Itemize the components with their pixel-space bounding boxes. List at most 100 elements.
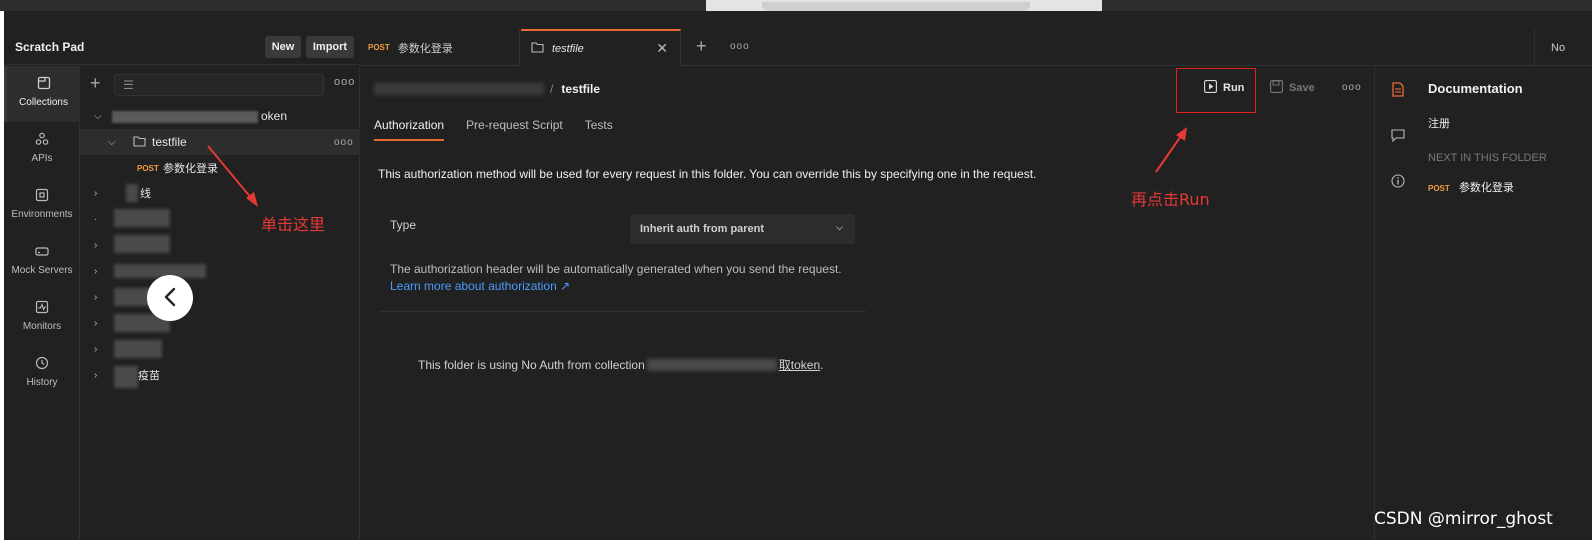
breadcrumb-separator: / <box>550 82 554 96</box>
more-icon[interactable]: ooo <box>334 137 354 148</box>
folder-editor: / testfile Run Save ooo Authorization Pr… <box>360 66 1375 540</box>
tree-item[interactable]: › 线 <box>80 180 360 206</box>
tab-folder[interactable]: testfile ✕ <box>521 29 681 66</box>
rail-item-history[interactable]: History <box>4 346 80 402</box>
annotation-click-run: 再点击Run <box>1131 190 1210 209</box>
settings-tabs: Authorization Pre-request Script Tests <box>374 118 635 141</box>
watermark: CSDN @mirror_ghost <box>1374 509 1553 529</box>
chevron-right-icon: › <box>94 343 98 355</box>
tree-item-label: 疫苗 <box>138 370 160 382</box>
method-badge: POST <box>1428 184 1450 193</box>
documentation-pane: Documentation 注册 NEXT IN THIS FOLDER POS… <box>1376 66 1592 540</box>
postman-app: Scratch Pad New Import Collections APIs … <box>4 11 1592 540</box>
tab-bar: POST 参数化登录 testfile ✕ + ooo No <box>360 29 1592 66</box>
more-icon[interactable]: ooo <box>334 76 355 88</box>
divider <box>380 311 866 312</box>
docs-title: Documentation <box>1428 81 1523 96</box>
rail-label: Environments <box>11 209 73 220</box>
close-icon[interactable]: ✕ <box>656 40 668 57</box>
annotation-click-here: 单击这里 <box>261 215 326 234</box>
more-icon[interactable]: ooo <box>730 41 750 52</box>
chevron-right-icon: › <box>94 317 98 329</box>
filter-input[interactable]: ☰ <box>114 74 324 96</box>
rail-label: Monitors <box>22 321 62 332</box>
rail-item-collections[interactable]: Collections <box>4 66 80 122</box>
type-label: Type <box>390 218 417 232</box>
chevron-right-icon: › <box>94 239 98 251</box>
auth-note: The authorization header will be automat… <box>390 262 842 276</box>
collection-link[interactable]: 取token <box>779 356 820 373</box>
collection-name: oken <box>261 109 288 123</box>
learn-more-link[interactable]: Learn more about authorization ↗ <box>390 279 570 293</box>
save-button[interactable]: Save <box>1270 80 1315 96</box>
collection-row[interactable]: ⌵ oken <box>80 103 360 129</box>
chevron-right-icon: › <box>94 265 98 277</box>
more-icon[interactable]: ooo <box>1342 82 1362 93</box>
method-badge: POST <box>137 163 159 173</box>
tree-item[interactable]: › 疫苗 <box>80 362 360 388</box>
redacted-text <box>374 83 544 95</box>
highlight-box <box>1176 68 1256 113</box>
import-button[interactable]: Import <box>306 36 354 58</box>
workspace-title[interactable]: Scratch Pad <box>15 40 84 54</box>
browser-top-strip <box>0 0 1592 11</box>
tab-authorization[interactable]: Authorization <box>374 118 445 141</box>
info-icon[interactable] <box>1389 172 1407 190</box>
next-request-link[interactable]: POST 参数化登录 <box>1428 179 1514 195</box>
redacted-text <box>114 209 170 227</box>
chevron-down-icon: ⌵ <box>94 110 102 122</box>
add-icon[interactable]: + <box>90 74 101 92</box>
redacted-text <box>112 111 258 123</box>
rail-item-monitors[interactable]: Monitors <box>4 290 80 346</box>
add-tab-icon[interactable]: + <box>696 36 707 57</box>
environment-selector[interactable]: No <box>1534 29 1592 66</box>
request-row[interactable]: POST 参数化登录 <box>80 155 360 181</box>
mock-servers-icon <box>33 242 51 260</box>
document-icon[interactable] <box>1389 80 1407 98</box>
chevron-right-icon: · <box>94 213 98 225</box>
method-badge: POST <box>368 43 390 52</box>
new-button[interactable]: New <box>265 36 301 58</box>
save-icon <box>1270 80 1283 96</box>
back-button[interactable] <box>147 275 193 321</box>
auth-type-select[interactable]: Inherit auth from parent ⌵ <box>630 214 855 244</box>
bottom-margin <box>0 540 1592 548</box>
redacted-text <box>114 366 138 388</box>
rail-item-environments[interactable]: Environments <box>4 178 80 234</box>
rail-item-apis[interactable]: APIs <box>4 122 80 178</box>
sidebar-header: Scratch Pad New Import <box>4 29 360 65</box>
sidebar-rail: Collections APIs Environments Mock Serve… <box>4 66 80 540</box>
docs-description[interactable]: 注册 <box>1428 115 1450 131</box>
comment-icon[interactable] <box>1389 126 1407 144</box>
tab-pre-request-script[interactable]: Pre-request Script <box>466 118 563 141</box>
chevron-right-icon: › <box>94 291 98 303</box>
folder-row[interactable]: ⌵ testfile ooo <box>80 129 360 155</box>
tree-item[interactable]: › <box>80 310 360 336</box>
rail-item-mock-servers[interactable]: Mock Servers <box>4 234 80 290</box>
tab-label: 参数化登录 <box>397 42 453 55</box>
tree-item-label: 线 <box>140 188 151 200</box>
breadcrumb-current[interactable]: testfile <box>561 82 600 96</box>
next-in-folder-label: NEXT IN THIS FOLDER <box>1428 152 1547 164</box>
tab-tests[interactable]: Tests <box>585 118 613 141</box>
tree-toolbar: + ☰ ooo <box>80 66 360 102</box>
tab-request[interactable]: POST 参数化登录 <box>360 29 520 66</box>
tree-item[interactable]: › <box>80 258 360 284</box>
no-auth-end: . <box>820 357 824 372</box>
redacted-text <box>114 340 162 358</box>
tree-item[interactable]: › <box>80 232 360 258</box>
folder-icon <box>531 41 544 56</box>
auth-type-value: Inherit auth from parent <box>640 223 765 235</box>
no-auth-message: This folder is using No Auth from collec… <box>418 356 823 373</box>
tree-item[interactable]: › <box>80 284 360 310</box>
redacted-text <box>114 235 170 253</box>
folder-name: testfile <box>152 135 187 149</box>
breadcrumb: / testfile <box>374 82 600 96</box>
tab-label: testfile <box>552 42 584 55</box>
next-request-name: 参数化登录 <box>1458 182 1514 194</box>
rail-label: Collections <box>19 97 68 108</box>
collections-icon <box>35 74 53 92</box>
tree-item[interactable]: › <box>80 336 360 362</box>
collections-tree: + ☰ ooo ⌵ oken ⌵ testfile ooo POST 参数化登录… <box>80 66 360 540</box>
folder-icon <box>133 135 146 150</box>
